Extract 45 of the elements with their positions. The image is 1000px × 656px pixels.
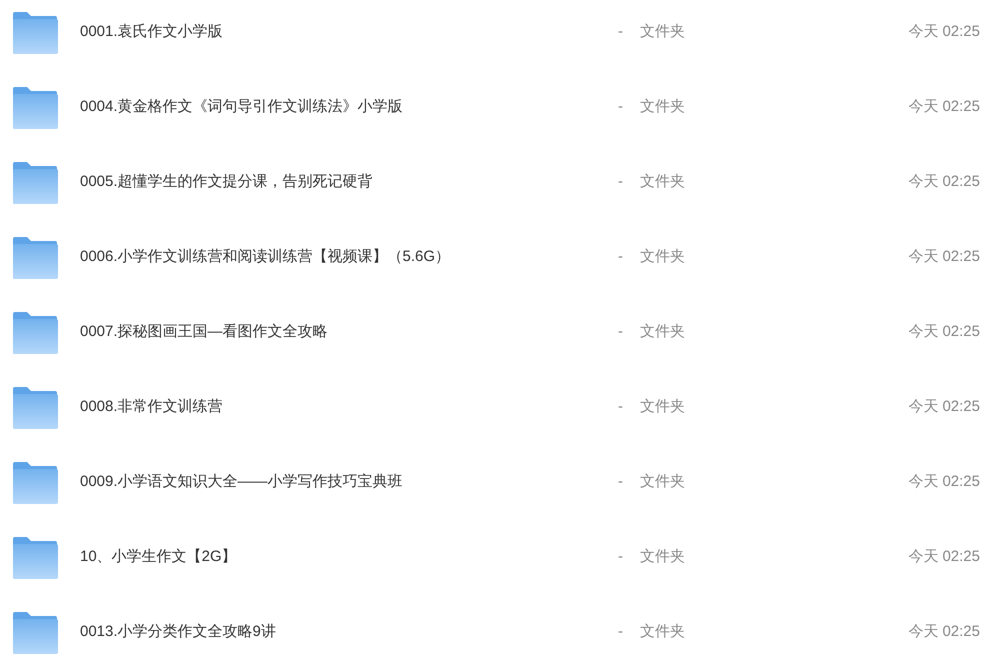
folder-name[interactable]: 0009.小学语文知识大全——小学写作技巧宝典班 [80, 471, 403, 494]
file-type: 文件夹 [640, 247, 686, 268]
folder-icon [12, 612, 58, 654]
file-size: - [618, 97, 623, 118]
folder-icon [12, 86, 58, 128]
modified-time: 今天 02:25 [908, 22, 980, 42]
modified-time: 今天 02:25 [908, 322, 980, 342]
file-type: 文件夹 [640, 172, 686, 192]
folder-name[interactable]: 0004.黄金格作文《词句导引作文训练法》小学版 [80, 96, 403, 119]
folder-name[interactable]: 0001.袁氏作文小学版 [80, 21, 223, 44]
file-type: 文件夹 [640, 397, 686, 418]
file-size: - [618, 322, 623, 342]
folder-name[interactable]: 0013.小学分类作文全攻略9讲 [80, 621, 276, 644]
modified-time: 今天 02:25 [908, 97, 980, 118]
file-type: 文件夹 [640, 622, 686, 642]
folder-name[interactable]: 0005.超懂学生的作文提分课，告别死记硬背 [80, 171, 373, 194]
folder-icon [12, 536, 58, 578]
file-size: - [618, 622, 623, 642]
file-size: - [618, 247, 623, 268]
modified-time: 今天 02:25 [908, 172, 980, 192]
folder-icon [12, 162, 58, 204]
modified-time: 今天 02:25 [908, 397, 980, 418]
file-type: 文件夹 [640, 547, 686, 568]
folder-name[interactable]: 0008.非常作文训练营 [80, 396, 223, 419]
folder-name[interactable]: 0006.小学作文训练营和阅读训练营【视频课】（5.6G） [80, 246, 450, 269]
folder-icon [12, 312, 58, 354]
file-type: 文件夹 [640, 472, 686, 492]
modified-time: 今天 02:25 [908, 622, 980, 642]
folder-name[interactable]: 10、小学生作文【2G】 [80, 546, 237, 569]
folder-name[interactable]: 0007.探秘图画王国—看图作文全攻略 [80, 321, 328, 344]
file-size: - [618, 172, 623, 192]
file-type: 文件夹 [640, 22, 686, 42]
file-size: - [618, 472, 623, 492]
modified-time: 今天 02:25 [908, 247, 980, 268]
modified-time: 今天 02:25 [908, 472, 980, 492]
folder-icon [12, 236, 58, 278]
modified-time: 今天 02:25 [908, 547, 980, 568]
folder-icon [12, 462, 58, 504]
file-type: 文件夹 [640, 97, 686, 118]
folder-icon [12, 386, 58, 428]
file-size: - [618, 22, 623, 42]
file-type: 文件夹 [640, 322, 686, 342]
file-size: - [618, 547, 623, 568]
file-size: - [618, 397, 623, 418]
folder-icon [12, 12, 58, 54]
